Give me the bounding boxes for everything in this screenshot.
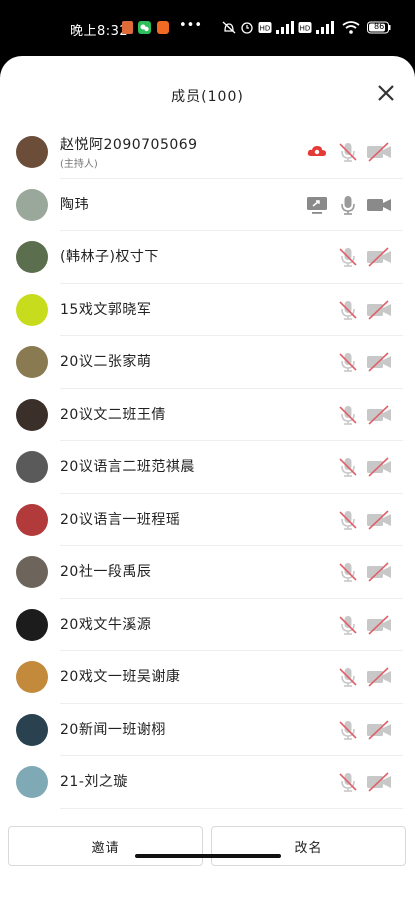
signal-icon-2: [316, 21, 334, 34]
member-row[interactable]: 21-刘之璇: [0, 756, 415, 809]
mic-muted-icon[interactable]: [337, 771, 359, 793]
divider: [60, 807, 403, 809]
member-name: 陶玮: [60, 196, 89, 213]
camera-off-icon[interactable]: [366, 351, 392, 373]
mic-muted-icon[interactable]: [337, 351, 359, 373]
camera-off-icon[interactable]: [366, 509, 392, 531]
mic-muted-icon[interactable]: [337, 456, 359, 478]
member-name: 20议文二班王倩: [60, 406, 166, 423]
home-indicator: [135, 854, 281, 858]
status-time: 晚上8:32: [70, 24, 129, 39]
member-row[interactable]: (韩林子)权寸下: [0, 231, 415, 284]
avatar: [16, 766, 48, 798]
more-notifications-icon: •••: [179, 18, 203, 33]
avatar: [16, 608, 48, 641]
avatar: [16, 241, 48, 273]
member-name: 20戏文一班吴谢康: [60, 669, 181, 685]
camera-off-icon[interactable]: [366, 141, 392, 163]
member-name: 赵悦阿2090705069: [60, 137, 198, 153]
member-row[interactable]: 20议语言二班范祺晨: [0, 441, 415, 494]
mic-muted-icon[interactable]: [337, 719, 359, 741]
member-name: 20议语言二班范祺晨: [60, 459, 195, 475]
member-name: 20新闻一班谢栩: [60, 721, 166, 738]
close-icon[interactable]: [375, 82, 397, 104]
mic-muted-icon[interactable]: [337, 246, 359, 268]
member-row[interactable]: 20新闻一班谢栩: [0, 704, 415, 756]
avatar: [16, 188, 48, 221]
invite-button[interactable]: 邀请: [8, 826, 203, 866]
app-notification-icon: [122, 21, 133, 34]
member-row[interactable]: 赵悦阿2090705069 (主持人): [0, 126, 415, 179]
sheet-header: 成员(100): [0, 56, 415, 132]
mi-app-icon: [157, 21, 169, 34]
member-name: 20社一段禹辰: [60, 564, 152, 580]
screen-share-icon[interactable]: [306, 194, 328, 216]
camera-off-icon[interactable]: [366, 666, 392, 688]
avatar: [16, 556, 48, 588]
footer-actions: 邀请 改名: [0, 826, 415, 872]
avatar: [16, 713, 48, 746]
avatar: [16, 346, 48, 378]
member-name: 20戏文牛溪源: [60, 616, 152, 633]
svg-text:HD: HD: [260, 25, 271, 33]
hd-icon: HD: [258, 22, 272, 33]
member-row[interactable]: 20社一段禹辰: [0, 546, 415, 599]
camera-off-icon[interactable]: [366, 614, 392, 636]
avatar: [16, 451, 48, 483]
status-bar: 晚上8:32 ••• HD HD 86: [0, 0, 415, 56]
camera-off-icon[interactable]: [366, 299, 392, 321]
hd-icon-2: HD: [298, 22, 312, 33]
member-name: 15戏文郭晓军: [60, 301, 152, 318]
host-label: (主持人): [60, 159, 98, 170]
member-name: 21-刘之璇: [60, 774, 128, 790]
mic-muted-icon[interactable]: [337, 666, 359, 688]
camera-off-icon[interactable]: [366, 456, 392, 478]
member-list: 赵悦阿2090705069 (主持人) 陶玮 (韩林子)权寸下 15戏文郭晓军 20议二张…: [0, 126, 415, 809]
mic-muted-icon[interactable]: [337, 404, 359, 426]
mic-muted-icon[interactable]: [337, 141, 359, 163]
mic-muted-icon[interactable]: [337, 299, 359, 321]
rename-button[interactable]: 改名: [211, 826, 406, 866]
mic-muted-icon[interactable]: [337, 509, 359, 531]
avatar: [16, 661, 48, 693]
camera-icon[interactable]: [366, 194, 392, 216]
member-row[interactable]: 15戏文郭晓军: [0, 284, 415, 336]
svg-text:HD: HD: [300, 25, 311, 33]
wechat-icon: [138, 21, 151, 34]
mic-muted-icon[interactable]: [337, 561, 359, 583]
camera-off-icon[interactable]: [366, 719, 392, 741]
members-sheet: 成员(100) 赵悦阿2090705069 (主持人) 陶玮 (韩林子)权寸下 15戏文…: [0, 56, 415, 922]
camera-off-icon[interactable]: [366, 771, 392, 793]
mic-icon[interactable]: [337, 194, 359, 216]
mic-muted-icon[interactable]: [337, 614, 359, 636]
member-row[interactable]: 20议文二班王倩: [0, 389, 415, 441]
member-row[interactable]: 20议二张家萌: [0, 336, 415, 389]
camera-off-icon[interactable]: [366, 561, 392, 583]
page-title: 成员(100): [171, 89, 244, 105]
member-name: (韩林子)权寸下: [60, 249, 159, 265]
avatar: [16, 293, 48, 326]
member-name: 20议语言一班程瑶: [60, 511, 181, 528]
member-row[interactable]: 20议语言一班程瑶: [0, 494, 415, 546]
alarm-icon: [241, 22, 253, 34]
cloud-icon[interactable]: [306, 141, 328, 163]
camera-off-icon[interactable]: [366, 404, 392, 426]
member-row[interactable]: 20戏文一班吴谢康: [0, 651, 415, 704]
camera-off-icon[interactable]: [366, 246, 392, 268]
avatar: [16, 136, 48, 168]
avatar: [16, 398, 48, 431]
member-row[interactable]: 陶玮: [0, 179, 415, 231]
battery-level: 86: [374, 22, 385, 31]
mute-bell-icon: [222, 21, 236, 34]
member-row[interactable]: 20戏文牛溪源: [0, 599, 415, 651]
member-name: 20议二张家萌: [60, 354, 152, 370]
wifi-icon: [342, 21, 360, 34]
avatar: [16, 503, 48, 536]
signal-icon: [276, 21, 294, 34]
